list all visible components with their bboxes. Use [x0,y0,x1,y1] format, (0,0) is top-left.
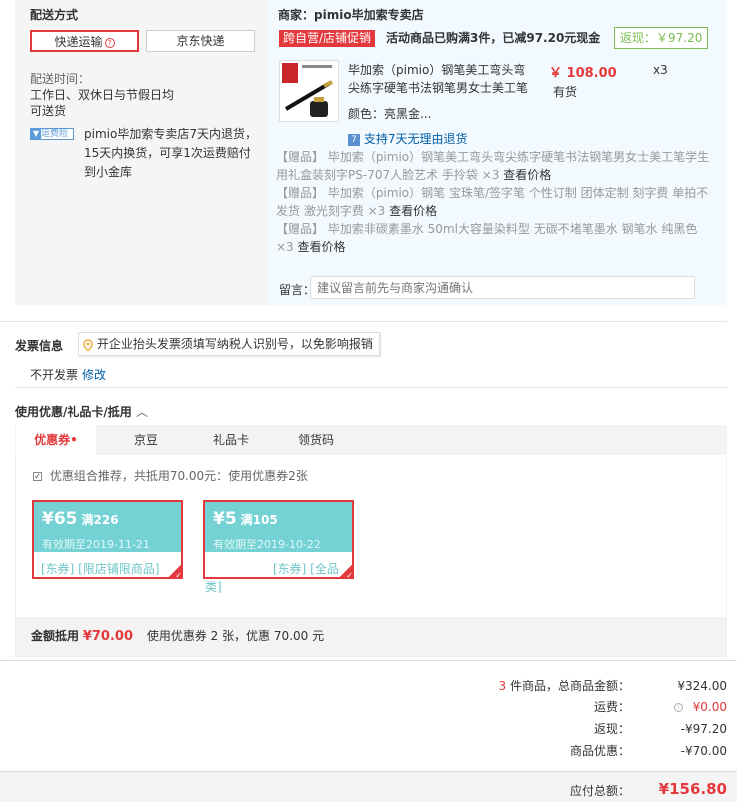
coupon-card-2-condition: 满105 [240,513,278,527]
product-color: 颜色：亮黑金... [348,107,432,121]
checkbox-icon[interactable]: ✓ [33,472,42,481]
promo-tag: 跨自营/店铺促销 [279,30,376,47]
insurance-line-3: 到小金库 [84,165,133,179]
coupon-card-1-amount: ¥65 [42,509,78,529]
rebate-value: -¥97.20 [680,722,727,736]
product-image[interactable] [279,60,339,122]
product-qty: x3 [653,63,668,77]
coupon-card-1-scope: [东券] [限店铺限商品] [41,562,160,576]
grand-total-label: 应付总额： [569,784,630,798]
location-pin-icon [83,338,93,351]
gift-item-3-price-link[interactable]: 查看价格 [298,240,346,254]
gift-item-3-line-1: 【赠品】 毕加索非碳素墨水 50ml大容量染料型 无碳不堵笔墨水 钢笔水 纯黑色 [276,222,698,236]
gift-item-2: 【赠品】 毕加索（pimio）钢笔 宝珠笔/签字笔 个性订制 团体定制 刻字费 … [276,184,722,220]
coupon-card-2-amount-block: ¥5 满105 [213,509,278,529]
insurance-badge: ▼ 运费险 [30,128,74,140]
grand-total-value: ¥156.80 [658,780,727,798]
freight-value: ¥0.00 [692,700,727,714]
divider [0,321,727,322]
return-policy-label: 支持7天无理由退货 [363,132,468,146]
rebate-label: 返现： [593,722,630,736]
gift-item-1-line-1: 【赠品】 毕加索（pimio）钢笔美工弯头弯尖练字硬笔书法钢笔男女士美工笔学生 [276,150,710,164]
discount-label: 商品优惠： [569,744,630,758]
gift-item-3: 【赠品】 毕加索非碳素墨水 50ml大容量染料型 无碳不堵笔墨水 钢笔水 纯黑色… [276,220,722,256]
coupon-card-2-scope: [东券] [全品 [273,562,339,576]
coupon-card-1-head: ¥65 满226 有效期至2019-11-21 [34,502,181,552]
shipping-option-jd[interactable]: 京东快递 [146,30,255,52]
insurance-line-1: pimio毕加索专卖店7天内退货， [84,127,257,141]
tab-coupons[interactable]: 优惠券• [16,425,96,455]
merchant-name: 商家：pimio毕加索专卖店 [278,8,424,22]
product-stock: 有货 [553,85,578,99]
coupon-card-2-amount: ¥5 [213,509,237,529]
insurance-text: pimio毕加索专卖店7天内退货， 15天内换货，可享1次运费赔付 到小金库 [84,125,257,182]
divider [0,660,737,661]
delivery-time-value-2: 可送货 [30,104,67,118]
coupon-card-2-scope-cont: 类] [205,580,222,594]
gift-item-1: 【赠品】 毕加索（pimio）钢笔美工弯头弯尖练字硬笔书法钢笔男女士美工笔学生 … [276,148,722,184]
tab-gift-card[interactable]: 礼品卡 [205,425,257,455]
shipping-option-express-label: 快递运输 [54,35,103,49]
divider [15,387,727,388]
delivery-time-value: 工作日、双休日与节假日均 [30,88,175,102]
coupon-card-2-validity: 有效期至2019-10-22 [213,538,321,551]
combo-recommend[interactable]: ✓ 优惠组合推荐，共抵用70.00元：使用优惠券2张 [33,467,308,484]
tab-jingdou[interactable]: 京豆 [123,425,169,455]
coupon-summary-label: 金额抵用 [31,629,80,643]
rebate-badge: 返现：￥97.20 [614,27,709,49]
delivery-time-label: 配送时间： [30,72,91,86]
combo-recommend-text: 优惠组合推荐，共抵用70.00元：使用优惠券2张 [49,469,308,483]
coupon-card-1-validity: 有效期至2019-11-21 [42,538,150,551]
invoice-edit-link[interactable]: 修改 [82,366,106,383]
gift-item-2-line-2: 发货 激光刻字费 ×3 [276,204,386,218]
coupon-card-1-amount-block: ¥65 满226 [42,509,119,529]
coupon-section-toggle[interactable]: 使用优惠/礼品卡/抵用 ︿ [15,403,148,420]
coupon-card-1[interactable]: ¥65 满226 有效期至2019-11-21 [东券] [限店铺限商品] [32,500,183,580]
help-icon[interactable]: ? [104,37,115,48]
selected-check-icon [338,563,354,580]
message-input[interactable] [310,276,695,299]
gift-item-3-line-2: ×3 [276,240,294,254]
return-policy: 7 支持7天无理由退货 [348,130,467,147]
promo-text: 活动商品已购满3件，已减97.20元现金 [386,31,601,45]
shield-icon: ▼ [31,129,41,139]
insurance-line-2: 15天内换货，可享1次运费赔付 [84,146,251,160]
gift-item-2-line-1: 【赠品】 毕加索（pimio）钢笔 宝珠笔/签字笔 个性订制 团体定制 刻字费 … [276,186,709,200]
chevron-up-icon: ︿ [135,405,148,419]
goods-total-value: ¥324.00 [677,679,727,693]
pen-product-icon [282,63,333,117]
coupon-section-title: 使用优惠/礼品卡/抵用 [15,405,132,419]
tab-redeem-code[interactable]: 领货码 [290,425,342,455]
goods-total-label: 3 件商品，总商品金额： [430,677,630,695]
discount-value: -¥70.00 [680,744,727,758]
gift-item-1-price-link[interactable]: 查看价格 [503,168,551,182]
shipping-title: 配送方式 [30,8,79,22]
gift-item-1-line-2: 用礼盒装刻字PS-707人脸艺术 手拎袋 ×3 [276,168,500,182]
coupon-card-2[interactable]: ¥5 满105 有效期至2019-10-22 [东券] [全品 [203,500,354,580]
shipping-option-express[interactable]: 快递运输? [30,30,139,52]
product-title-line-2: 尖练字硬笔书法钢笔男女士美工笔 [348,81,529,95]
invoice-tip-text: 开企业抬头发票须填写纳税人识别号，以免影响报销 [96,337,373,351]
coupon-summary-text: 金额抵用 ¥70.00 使用优惠券 2 张，优惠 70.00 元 [31,627,324,644]
insurance-badge-label: 运费险 [41,129,69,139]
gift-list: 【赠品】 毕加索（pimio）钢笔美工弯头弯尖练字硬笔书法钢笔男女士美工笔学生 … [276,148,722,256]
invoice-tip: 开企业抬头发票须填写纳税人识别号，以免影响报销 [78,332,380,356]
coupon-card-1-condition: 满226 [81,513,119,527]
coupon-summary-detail: 使用优惠券 2 张，优惠 70.00 元 [146,629,325,643]
invoice-value: 不开发票 [30,368,79,382]
freight-label: 运费： [593,700,630,714]
product-price: ￥ 108.00 [549,66,617,81]
return-policy-icon: 7 [348,133,360,146]
coupon-summary-amount: ¥70.00 [82,629,134,644]
coupon-tabs [15,425,727,455]
invoice-title: 发票信息 [15,339,64,353]
selected-check-icon [167,563,183,580]
goods-count-suffix: 件商品，总商品金额： [506,679,630,693]
product-title[interactable]: 毕加索（pimio）钢笔美工弯头弯 尖练字硬笔书法钢笔男女士美工笔 [348,61,528,97]
gift-item-2-price-link[interactable]: 查看价格 [389,204,437,218]
coupon-card-2-head: ¥5 满105 有效期至2019-10-22 [205,502,352,552]
product-title-line-1: 毕加索（pimio）钢笔美工弯头弯 [348,63,526,77]
